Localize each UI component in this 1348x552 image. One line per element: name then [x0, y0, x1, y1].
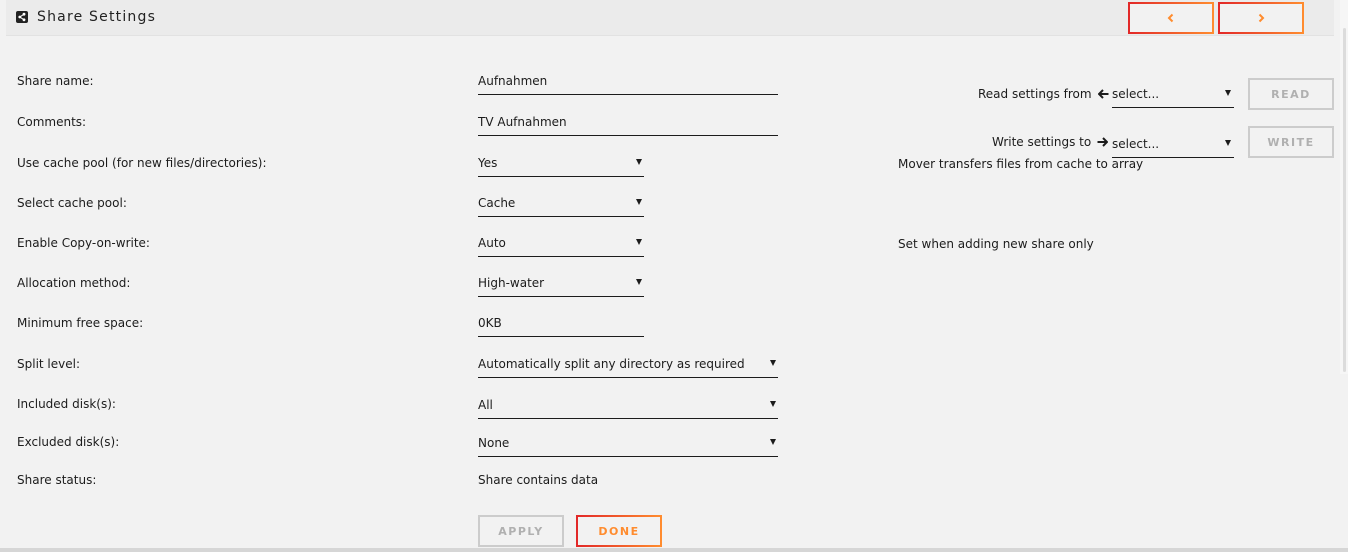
- write-settings-select[interactable]: select...: [1112, 137, 1234, 158]
- scrollbar-thumb[interactable]: [1343, 28, 1346, 372]
- arrow-left-icon: [1097, 89, 1109, 99]
- allocation-label: Allocation method:: [17, 276, 131, 290]
- share-name-label: Share name:: [17, 74, 94, 88]
- use-cache-label: Use cache pool (for new files/directorie…: [17, 156, 267, 170]
- chevron-left-icon: [1167, 13, 1174, 23]
- excluded-disks-select[interactable]: None: [478, 436, 778, 457]
- cache-pool-label: Select cache pool:: [17, 196, 127, 210]
- copy-on-write-label: Enable Copy-on-write:: [17, 236, 150, 250]
- caret-down-icon: [770, 401, 776, 407]
- read-button[interactable]: READ: [1248, 78, 1334, 110]
- done-button[interactable]: DONE: [576, 515, 662, 547]
- share-status-value: Share contains data: [478, 473, 599, 487]
- read-settings-select[interactable]: select...: [1112, 87, 1234, 108]
- bottom-bar: [0, 548, 1348, 552]
- min-free-label: Minimum free space:: [17, 316, 144, 330]
- use-cache-select[interactable]: Yes: [478, 156, 644, 177]
- caret-down-icon: [1225, 140, 1231, 146]
- excluded-disks-label: Excluded disk(s):: [17, 435, 120, 449]
- page-title: Share Settings: [37, 9, 157, 25]
- apply-button[interactable]: APPLY: [478, 515, 564, 547]
- share-status-label: Share status:: [17, 473, 97, 487]
- chevron-right-icon: [1258, 13, 1265, 23]
- cache-pool-select[interactable]: Cache: [478, 196, 644, 217]
- prev-button[interactable]: [1128, 2, 1214, 34]
- copy-on-write-select[interactable]: Auto: [478, 236, 644, 257]
- split-level-label: Split level:: [17, 357, 80, 371]
- caret-down-icon: [1225, 90, 1231, 96]
- read-settings-label: Read settings from: [978, 87, 1109, 101]
- caret-down-icon: [636, 239, 642, 245]
- share-icon: [16, 11, 28, 23]
- next-button[interactable]: [1218, 2, 1304, 34]
- split-level-select[interactable]: Automatically split any directory as req…: [478, 357, 778, 378]
- comments-label: Comments:: [17, 115, 87, 129]
- included-disks-select[interactable]: All: [478, 398, 778, 419]
- comments-input[interactable]: TV Aufnahmen: [478, 115, 778, 136]
- arrow-right-icon: [1097, 137, 1109, 147]
- included-disks-label: Included disk(s):: [17, 397, 116, 411]
- cow-note: Set when adding new share only: [898, 237, 1094, 251]
- share-name-input[interactable]: Aufnahmen: [478, 74, 778, 95]
- mover-note: Mover transfers files from cache to arra…: [898, 157, 1144, 171]
- write-button[interactable]: WRITE: [1248, 126, 1334, 158]
- write-settings-label: Write settings to: [992, 135, 1109, 149]
- caret-down-icon: [636, 199, 642, 205]
- vertical-scrollbar[interactable]: [1340, 0, 1348, 374]
- caret-down-icon: [770, 360, 776, 366]
- min-free-input[interactable]: 0KB: [478, 316, 644, 337]
- caret-down-icon: [636, 279, 642, 285]
- allocation-select[interactable]: High-water: [478, 276, 644, 297]
- caret-down-icon: [636, 159, 642, 165]
- caret-down-icon: [770, 439, 776, 445]
